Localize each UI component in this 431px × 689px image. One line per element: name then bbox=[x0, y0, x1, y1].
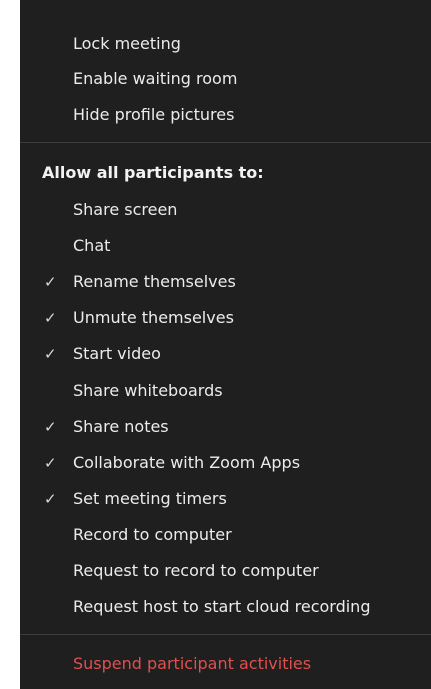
menu-item-label: Chat bbox=[73, 236, 111, 255]
menu-item-chat[interactable]: Chat bbox=[20, 228, 431, 264]
menu-item-label: Lock meeting bbox=[73, 34, 181, 53]
menu-item-label: Start video bbox=[73, 344, 161, 363]
menu-item-request-record-to-computer[interactable]: Request to record to computer bbox=[20, 553, 431, 589]
menu-item-enable-waiting-room[interactable]: Enable waiting room bbox=[20, 61, 431, 97]
menu-item-label: Share screen bbox=[73, 200, 178, 219]
menu-divider bbox=[20, 634, 431, 635]
check-icon: ✓ bbox=[44, 418, 57, 436]
menu-item-share-screen[interactable]: Share screen bbox=[20, 192, 431, 228]
menu-item-unmute-themselves[interactable]: ✓ Unmute themselves bbox=[20, 300, 431, 336]
menu-item-label: Enable waiting room bbox=[73, 69, 238, 88]
menu-item-label: Share notes bbox=[73, 417, 169, 436]
menu-item-label: Share whiteboards bbox=[73, 381, 223, 400]
menu-item-label: Set meeting timers bbox=[73, 489, 227, 508]
menu-item-share-notes[interactable]: ✓ Share notes bbox=[20, 409, 431, 445]
menu-item-record-to-computer[interactable]: Record to computer bbox=[20, 517, 431, 553]
check-icon: ✓ bbox=[44, 309, 57, 327]
menu-item-set-meeting-timers[interactable]: ✓ Set meeting timers bbox=[20, 481, 431, 517]
menu-item-label: Unmute themselves bbox=[73, 308, 234, 327]
menu-divider bbox=[20, 142, 431, 143]
menu-item-label: Suspend participant activities bbox=[73, 654, 312, 673]
section-heading-allow-participants: Allow all participants to: bbox=[42, 163, 264, 182]
menu-item-label: Request to record to computer bbox=[73, 561, 319, 580]
menu-item-label: Record to computer bbox=[73, 525, 232, 544]
menu-item-suspend-participant-activities[interactable]: Suspend participant activities bbox=[20, 646, 431, 682]
menu-item-label: Request host to start cloud recording bbox=[73, 597, 371, 616]
check-icon: ✓ bbox=[44, 273, 57, 291]
participant-security-menu: Lock meeting Enable waiting room Hide pr… bbox=[20, 0, 431, 689]
menu-item-rename-themselves[interactable]: ✓ Rename themselves bbox=[20, 264, 431, 300]
menu-item-collaborate-zoom-apps[interactable]: ✓ Collaborate with Zoom Apps bbox=[20, 445, 431, 481]
check-icon: ✓ bbox=[44, 490, 57, 508]
menu-item-label: Rename themselves bbox=[73, 272, 236, 291]
menu-item-label: Collaborate with Zoom Apps bbox=[73, 453, 301, 472]
menu-item-label: Hide profile pictures bbox=[73, 105, 235, 124]
menu-item-start-video[interactable]: ✓ Start video bbox=[20, 336, 431, 372]
menu-item-share-whiteboards[interactable]: Share whiteboards bbox=[20, 373, 431, 409]
menu-item-hide-profile-pictures[interactable]: Hide profile pictures bbox=[20, 97, 431, 133]
menu-item-request-cloud-recording[interactable]: Request host to start cloud recording bbox=[20, 589, 431, 625]
check-icon: ✓ bbox=[44, 345, 57, 363]
menu-item-lock-meeting[interactable]: Lock meeting bbox=[20, 26, 431, 62]
check-icon: ✓ bbox=[44, 454, 57, 472]
